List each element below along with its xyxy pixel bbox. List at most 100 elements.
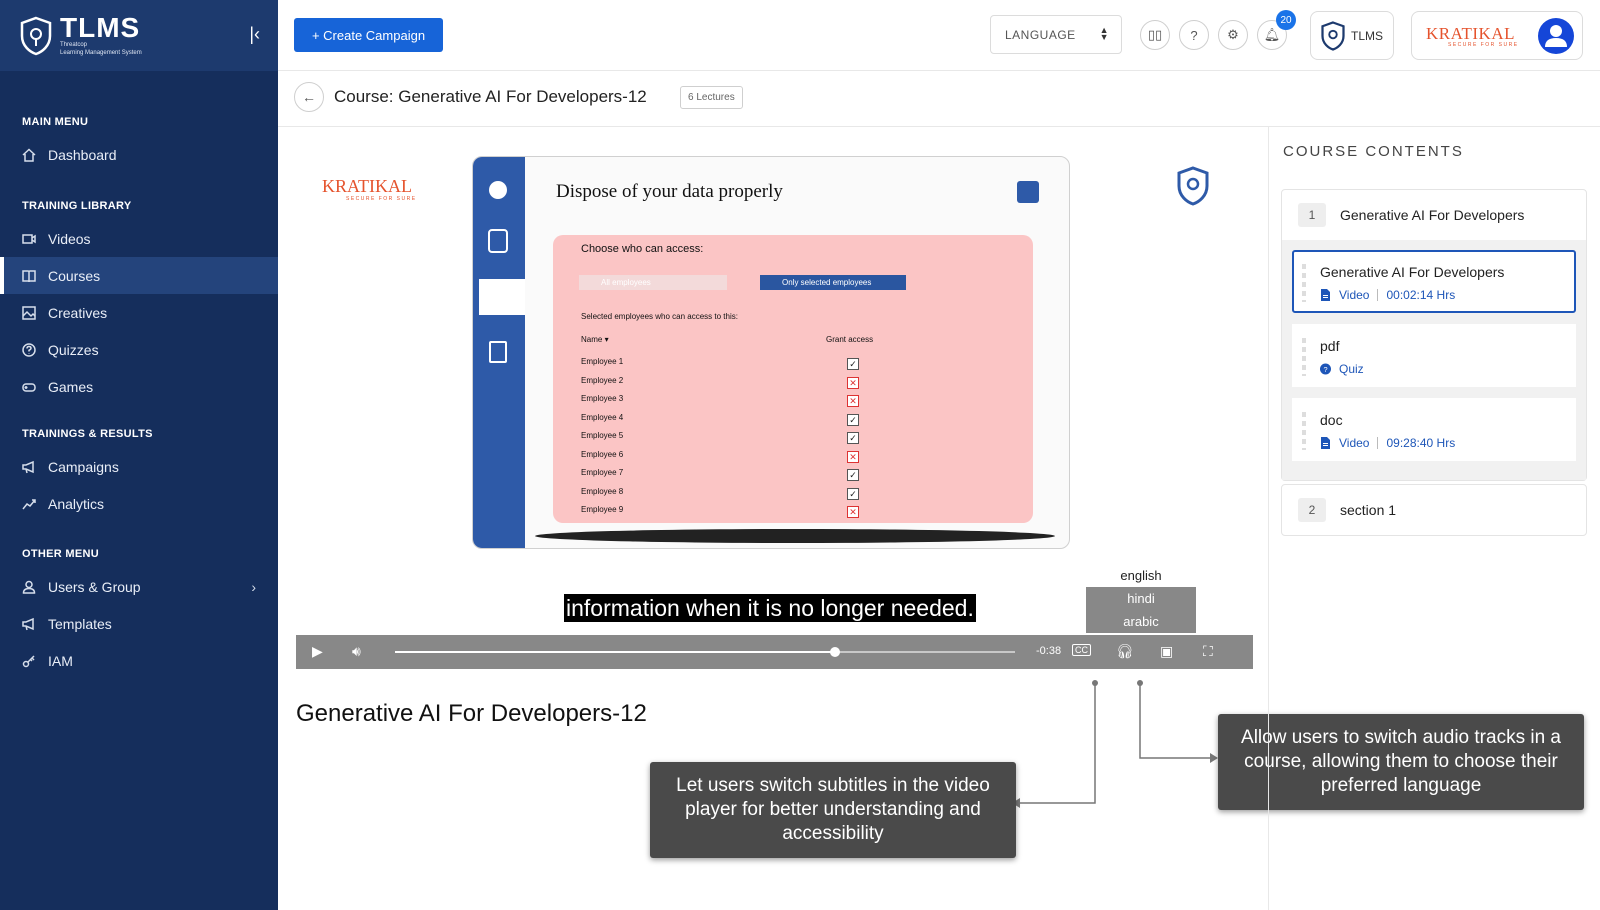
language-select-label: LANGUAGE — [1005, 27, 1076, 42]
progress-bar[interactable] — [395, 647, 1015, 657]
slide-shadow — [535, 529, 1055, 543]
sidebar-item-label: Analytics — [48, 495, 105, 512]
track-option-arabic[interactable]: arabic — [1086, 610, 1196, 633]
nav-section-main: MAIN MENU — [22, 116, 89, 128]
captions-icon[interactable]: CC — [1072, 644, 1091, 656]
sidebar-item-courses[interactable]: Courses — [0, 257, 278, 294]
slide-heading: Dispose of your data properly — [556, 181, 783, 202]
headphones-icon[interactable]: 🎧︎ — [1116, 643, 1134, 660]
drag-handle-icon[interactable] — [1302, 412, 1306, 450]
sidebar-item-label: Creatives — [48, 304, 108, 321]
sidebar-item-templates[interactable]: Templates — [0, 605, 278, 642]
back-button[interactable]: ← — [294, 82, 324, 112]
video-org-logo: KRATIKAL — [322, 176, 412, 196]
sidebar-item-dashboard[interactable]: Dashboard — [0, 136, 278, 173]
slide-employee-name: Employee 7 — [581, 468, 624, 477]
slide-employee-name: Employee 8 — [581, 486, 624, 496]
lesson-item[interactable]: doc Video 09:28:40 Hrs — [1292, 398, 1576, 461]
lesson-item[interactable]: pdf ? Quiz — [1292, 324, 1576, 387]
audio-connector-line — [1139, 683, 1210, 759]
play-icon[interactable]: ▶ — [312, 643, 323, 660]
lesson-meta: Video 00:02:14 Hrs — [1320, 288, 1455, 302]
volume-icon[interactable]: 🔊︎ — [352, 643, 361, 660]
section-number: 2 — [1298, 498, 1326, 522]
sidebar-item-videos[interactable]: Videos — [0, 220, 278, 257]
brand-sub2: Learning Management System — [60, 49, 142, 56]
page-title: Course: Generative AI For Developers-12 — [334, 87, 647, 106]
progress-fill — [395, 651, 836, 653]
sidebar-item-analytics[interactable]: Analytics — [0, 485, 278, 522]
meta-divider — [1377, 289, 1379, 301]
video-org-tagline: SECURE FOR SURE — [346, 196, 417, 202]
org-profile-button[interactable]: KRATIKAL SECURE FOR SURE — [1411, 11, 1583, 60]
megaphone-icon — [22, 460, 34, 473]
question-icon: ? — [1190, 27, 1198, 43]
slide-grant-cross-icon: ✕ — [847, 450, 859, 463]
drag-handle-icon[interactable] — [1302, 338, 1306, 376]
drag-handle-icon[interactable] — [1302, 264, 1306, 302]
home-icon — [22, 147, 36, 162]
video-player[interactable]: KRATIKAL SECURE FOR SURE Dispose of your… — [296, 146, 1253, 681]
section-card-1: 1 Generative AI For Developers Generativ… — [1281, 189, 1587, 481]
trend-icon — [22, 498, 36, 509]
slide-employee-name: Employee 4 — [581, 412, 624, 422]
tlms-switch-button[interactable]: TLMS — [1310, 11, 1394, 60]
sidebar-item-label: Courses — [48, 267, 101, 284]
gear-icon: ⚙ — [1227, 27, 1239, 42]
sidebar-item-creatives[interactable]: Creatives — [0, 294, 278, 331]
help-button[interactable]: ? — [1179, 20, 1209, 50]
meta-divider — [1377, 437, 1379, 449]
section-header[interactable]: 2 section 1 — [1282, 485, 1586, 535]
lesson-list: Generative AI For Developers Video 00:02… — [1282, 240, 1586, 480]
picture-in-picture-icon[interactable]: ▣ — [1160, 643, 1173, 660]
video-frame: Dispose of your data properly Choose who… — [472, 156, 1070, 549]
file-icon — [1321, 289, 1330, 301]
audio-connector-arrow — [1210, 753, 1218, 763]
slide-dot-icon — [489, 181, 507, 199]
slide-employee-name: Employee 5 — [581, 431, 624, 440]
lesson-name: doc — [1320, 412, 1343, 428]
sidebar-item-quizzes[interactable]: Quizzes — [0, 331, 278, 368]
create-campaign-button[interactable]: + Create Campaign — [294, 18, 443, 52]
slide-grant-cross-icon: ✕ — [847, 395, 859, 407]
track-option-hindi[interactable]: hindi — [1086, 587, 1196, 610]
sidebar-item-campaigns[interactable]: Campaigns — [0, 448, 278, 485]
top-bar: + Create Campaign LANGUAGE ▲ ▼ ▯▯ ? ⚙ 🔔︎ … — [278, 0, 1600, 71]
tlms-pill-label: TLMS — [1350, 28, 1383, 43]
progress-knob[interactable] — [830, 647, 841, 657]
org-tagline: SECURE FOR SURE — [1448, 42, 1519, 48]
slide-grant-check-icon: ✓ — [847, 469, 859, 481]
lesson-item[interactable]: Generative AI For Developers Video 00:02… — [1292, 250, 1576, 313]
settings-button[interactable]: ⚙ — [1218, 20, 1248, 50]
sidebar-item-users-group[interactable]: Users & Group › — [0, 568, 278, 605]
fullscreen-icon[interactable]: ⛶ — [1203, 643, 1213, 660]
slide-square-icon — [1017, 181, 1039, 203]
audio-track-menu[interactable]: english hindi arabic — [1086, 564, 1196, 633]
slide-choose-label: Choose who can access: — [581, 243, 704, 255]
section-header[interactable]: 1 Generative AI For Developers — [1282, 190, 1586, 240]
sidebar-item-iam[interactable]: IAM — [0, 642, 278, 679]
language-select[interactable]: LANGUAGE ▲ ▼ — [990, 15, 1122, 54]
gamepad-icon — [22, 382, 36, 392]
image-icon — [22, 305, 36, 320]
sidebar-item-label: IAM — [48, 652, 73, 669]
select-arrows-icon: ▲ ▼ — [1099, 25, 1109, 42]
lesson-type: Video — [1339, 436, 1370, 450]
collapse-sidebar-icon[interactable]: |‹ — [249, 24, 260, 45]
slide-grant-cross-icon: ✕ — [847, 376, 859, 389]
slide-grant-check-icon: ✓ — [847, 487, 859, 500]
book-button[interactable]: ▯▯ — [1140, 20, 1170, 50]
slide-option-selected: Only selected employees — [760, 275, 906, 290]
slide-employee-name: Employee 1 — [581, 357, 624, 366]
sidebar-item-label: Games — [48, 378, 94, 395]
sidebar-item-label: Dashboard — [48, 146, 117, 163]
sidebar-item-games[interactable]: Games — [0, 368, 278, 405]
avatar[interactable] — [1538, 18, 1574, 54]
track-option-english[interactable]: english — [1086, 564, 1196, 587]
tlms-shield-logo — [20, 16, 52, 55]
megaphone-icon — [22, 617, 34, 630]
file-icon — [1321, 437, 1330, 449]
section-title: Generative AI For Developers — [1340, 207, 1525, 223]
subtitle-caption: information when it is no longer needed. — [564, 594, 976, 622]
chevron-right-icon: › — [251, 578, 256, 595]
